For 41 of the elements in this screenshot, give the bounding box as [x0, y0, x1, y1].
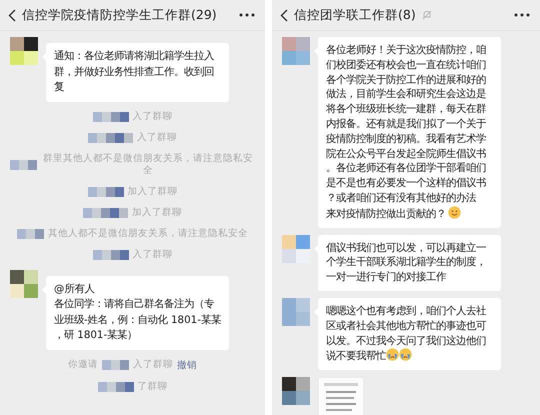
blurred-name-drawing: [98, 382, 134, 392]
system-message: 群里其他人都不是微信朋友关系，请注意隐私安全: [42, 152, 254, 176]
avatar[interactable]: [282, 377, 310, 406]
undo-link[interactable]: 撤销: [177, 358, 197, 372]
system-message: 入了群聊: [137, 132, 177, 144]
back-icon[interactable]: [280, 8, 288, 22]
system-message: 你邀请: [68, 359, 98, 371]
avatar[interactable]: [10, 270, 38, 298]
more-icon[interactable]: [514, 13, 530, 17]
message-text: 各位同学：请将自己群名备注为（专业班级-姓名，例：自动化 1801-某某，研 1801-某某）: [54, 298, 221, 341]
system-message: 入了群聊: [133, 359, 173, 371]
system-message: 其他人都不是微信朋友关系，请注意隐私安全: [48, 228, 248, 240]
message-text: 各位老师好！关于这次疫情防控，咱们校团委还有校会也一直在统计咱们各个学院关于防控工作的进展和好的做法，目前学生会和研究生会这边是将各个班级班长统一建群，每天在群内报备。还有就是我们拟了一个关于疫情防控制度的初稿。我看有艺术学院在公众号平台发起全院师生倡议书。各位老师还有各位团学干部看咱们是不是也有必要发一个这样的倡议书？或者咱们还有没有其他好的办法: [326, 43, 487, 206]
message-text: 通知：各位老师请将湖北籍学生拉入群，并做好业务性排查工作。收到回复: [54, 50, 214, 93]
avatar[interactable]: [10, 37, 38, 65]
system-message: 入了群聊: [132, 110, 172, 122]
chat-title: 信控学院疫情防控学生工作群(29): [22, 6, 217, 24]
more-icon[interactable]: [239, 13, 255, 17]
blurred-name-drawing: [102, 360, 129, 370]
system-message: 加入了群聊: [128, 186, 178, 198]
blurred-name-drawing: [17, 228, 44, 238]
system-message: 加入了群聊: [132, 206, 182, 218]
blurred-name-drawing: [10, 160, 36, 170]
blurred-name-drawing: [92, 112, 128, 122]
message-text: 嗯嗯这个也有考虑到，咱们个人去社区或者社会其他地方帮忙的事迹也可以发。不过我今天问了我们这边他们: [326, 304, 488, 348]
system-message: 了群聊: [138, 380, 168, 392]
blurred-name-drawing: [88, 132, 133, 142]
smiley-icon: [448, 206, 461, 219]
message-text: 倡议书我们也可以发，可以再建立一个学生干部联系湖北籍学生的制度，一对一进行专门的对接工作: [326, 242, 486, 284]
system-message: 入了群聊: [132, 248, 172, 260]
crying-face-icon: [399, 348, 412, 362]
blurred-name-drawing: [92, 250, 128, 260]
crying-face-icon: [386, 348, 399, 362]
blurred-name-drawing: [88, 186, 124, 196]
mute-icon: [422, 10, 432, 20]
chat-title: 信控团学联工作群(8): [294, 6, 416, 24]
back-icon[interactable]: [8, 8, 16, 22]
message-text: 说不要我帮忙: [326, 350, 386, 362]
mention-text: @所有人: [54, 282, 96, 296]
message-text: 来对疫情防控做出贡献的？: [326, 208, 446, 220]
blurred-name-drawing: [83, 208, 128, 218]
